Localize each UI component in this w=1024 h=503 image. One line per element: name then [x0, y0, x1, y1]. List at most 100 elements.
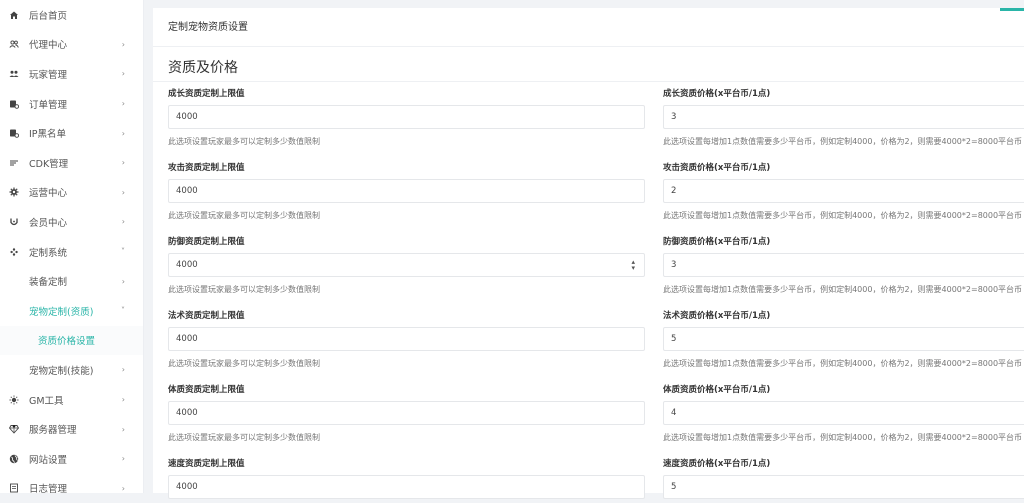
field-label: 成长资质定制上限值	[168, 87, 645, 101]
chevron-right-icon: ›	[122, 217, 125, 226]
price-speed-input[interactable]: 5	[663, 475, 1024, 499]
gear-icon	[9, 187, 19, 197]
field-label: 攻击资质价格(x平台币/1点)	[663, 161, 1024, 175]
field-hint: 此选项设置每增加1点数值需要多少平台币，例如定制4000，价格为2，则需要400…	[663, 284, 1024, 296]
sidebar-item-orders[interactable]: 订单管理 ›	[0, 89, 143, 119]
accent-bar	[1000, 8, 1024, 11]
orders-icon	[9, 99, 19, 109]
field-label: 体质资质价格(x平台币/1点)	[663, 383, 1024, 397]
field-label: 体质资质定制上限值	[168, 383, 645, 397]
limit-magic-group: 法术资质定制上限值 4000 此选项设置玩家最多可以定制多少数值限制	[168, 309, 645, 370]
price-magic-input[interactable]: 5	[663, 327, 1024, 351]
field-label: 攻击资质定制上限值	[168, 161, 645, 175]
field-label: 防御资质价格(x平台币/1点)	[663, 235, 1024, 249]
chevron-right-icon: ›	[122, 40, 125, 49]
main-panel: 定制宠物资质设置 资质及价格 成长资质定制上限值 4000 此选项设置玩家最多可…	[153, 8, 1024, 493]
log-icon	[9, 483, 19, 493]
sidebar-item-label: 装备定制	[29, 274, 67, 288]
limit-defense-input[interactable]: 4000 ▴▾	[168, 253, 645, 277]
cdk-icon	[9, 158, 19, 168]
limit-defense-group: 防御资质定制上限值 4000 ▴▾ 此选项设置玩家最多可以定制多少数值限制	[168, 235, 645, 296]
limit-constitution-group: 体质资质定制上限值 4000 此选项设置玩家最多可以定制多少数值限制	[168, 383, 645, 444]
sidebar-item-equipment-custom[interactable]: 装备定制 ›	[0, 266, 143, 296]
sidebar-item-operations[interactable]: 运营中心 ›	[0, 178, 143, 208]
sidebar-item-label: IP黑名单	[29, 126, 66, 140]
price-attack-input[interactable]: 2	[663, 179, 1024, 203]
spinner-icon[interactable]: ▴▾	[631, 259, 635, 271]
chevron-right-icon: ›	[122, 158, 125, 167]
limit-attack-input[interactable]: 4000	[168, 179, 645, 203]
field-hint: 此选项设置玩家最多可以定制多少数值限制	[168, 136, 645, 148]
sidebar-item-logs[interactable]: 日志管理 ›	[0, 474, 143, 503]
sidebar-item-home[interactable]: 后台首页	[0, 0, 143, 30]
chevron-right-icon: ›	[122, 129, 125, 138]
limit-growth-input[interactable]: 4000	[168, 105, 645, 129]
limit-constitution-input[interactable]: 4000	[168, 401, 645, 425]
globe-icon	[9, 454, 19, 464]
limit-attack-group: 攻击资质定制上限值 4000 此选项设置玩家最多可以定制多少数值限制	[168, 161, 645, 222]
field-label: 速度资质定制上限值	[168, 457, 645, 471]
sidebar-item-label: 日志管理	[29, 481, 67, 495]
limit-growth-group: 成长资质定制上限值 4000 此选项设置玩家最多可以定制多少数值限制	[168, 87, 645, 148]
sidebar-item-cdk[interactable]: CDK管理 ›	[0, 148, 143, 178]
chevron-right-icon: ›	[122, 365, 125, 374]
limit-magic-input[interactable]: 4000	[168, 327, 645, 351]
price-magic-group: 法术资质价格(x平台币/1点) 5 此选项设置每增加1点数值需要多少平台币，例如…	[663, 309, 1024, 370]
home-icon	[9, 10, 19, 20]
field-label: 法术资质价格(x平台币/1点)	[663, 309, 1024, 323]
chevron-down-icon: ˅	[121, 247, 125, 256]
chevron-right-icon: ›	[122, 454, 125, 463]
field-hint: 此选项设置玩家最多可以定制多少数值限制	[168, 432, 645, 444]
price-defense-group: 防御资质价格(x平台币/1点) 3 此选项设置每增加1点数值需要多少平台币，例如…	[663, 235, 1024, 296]
field-label: 防御资质定制上限值	[168, 235, 645, 249]
sidebar-item-label: 服务器管理	[29, 422, 77, 436]
sidebar-item-label: 宠物定制(资质)	[29, 304, 93, 318]
sidebar-item-server-management[interactable]: 服务器管理 ›	[0, 414, 143, 444]
diamond-icon	[9, 424, 19, 434]
sidebar-item-pet-custom-aptitude[interactable]: 宠物定制(资质) ˅	[0, 296, 143, 326]
custom-icon	[9, 247, 19, 257]
price-constitution-input[interactable]: 4	[663, 401, 1024, 425]
chevron-right-icon: ›	[122, 395, 125, 404]
sidebar-item-label: 资质价格设置	[38, 333, 95, 347]
price-defense-input[interactable]: 3	[663, 253, 1024, 277]
blacklist-icon	[9, 128, 19, 138]
field-hint: 此选项设置玩家最多可以定制多少数值限制	[168, 210, 645, 222]
sidebar-item-site-settings[interactable]: 网站设置 ›	[0, 444, 143, 474]
chevron-right-icon: ›	[122, 188, 125, 197]
sun-icon	[9, 395, 19, 405]
sidebar-item-custom-system[interactable]: 定制系统 ˅	[0, 237, 143, 267]
agents-icon	[9, 39, 19, 49]
field-hint: 此选项设置每增加1点数值需要多少平台币，例如定制4000，价格为2，则需要400…	[663, 358, 1024, 370]
field-hint: 此选项设置每增加1点数值需要多少平台币，例如定制4000，价格为2，则需要400…	[663, 432, 1024, 444]
sidebar-item-gm-tools[interactable]: GM工具 ›	[0, 385, 143, 415]
chevron-right-icon: ›	[122, 69, 125, 78]
input-value: 4000	[176, 260, 198, 270]
sidebar-item-label: 定制系统	[29, 245, 67, 259]
price-growth-input[interactable]: 3	[663, 105, 1024, 129]
chevron-right-icon: ›	[122, 425, 125, 434]
limit-speed-input[interactable]: 4000	[168, 475, 645, 499]
field-hint: 此选项设置每增加1点数值需要多少平台币，例如定制4000，价格为2，则需要400…	[663, 136, 1024, 148]
sidebar-item-label: 后台首页	[29, 8, 67, 22]
sidebar-item-pet-custom-skill[interactable]: 宠物定制(技能) ›	[0, 355, 143, 385]
sidebar-item-aptitude-price-settings[interactable]: 资质价格设置	[0, 326, 143, 356]
sidebar-item-label: 会员中心	[29, 215, 67, 229]
panel-title: 定制宠物资质设置	[153, 8, 1024, 47]
sidebar-item-label: 订单管理	[29, 97, 67, 111]
sidebar-item-label: 代理中心	[29, 37, 67, 51]
sidebar-item-ip-blacklist[interactable]: IP黑名单 ›	[0, 118, 143, 148]
sidebar-item-label: 网站设置	[29, 452, 67, 466]
sidebar-item-players[interactable]: 玩家管理 ›	[0, 59, 143, 89]
sidebar-item-label: 玩家管理	[29, 67, 67, 81]
sidebar-item-members[interactable]: 会员中心 ›	[0, 207, 143, 237]
section-title: 资质及价格	[153, 55, 1024, 82]
sidebar: 后台首页 代理中心 › 玩家管理 › 订单管理 › IP黑名单 › CDK管理 …	[0, 0, 144, 493]
sidebar-item-label: GM工具	[29, 393, 64, 407]
price-constitution-group: 体质资质价格(x平台币/1点) 4 此选项设置每增加1点数值需要多少平台币，例如…	[663, 383, 1024, 444]
chevron-right-icon: ›	[122, 99, 125, 108]
field-label: 法术资质定制上限值	[168, 309, 645, 323]
sidebar-item-agents[interactable]: 代理中心 ›	[0, 30, 143, 60]
price-growth-group: 成长资质价格(x平台币/1点) 3 此选项设置每增加1点数值需要多少平台币，例如…	[663, 87, 1024, 148]
chevron-right-icon: ›	[122, 277, 125, 286]
